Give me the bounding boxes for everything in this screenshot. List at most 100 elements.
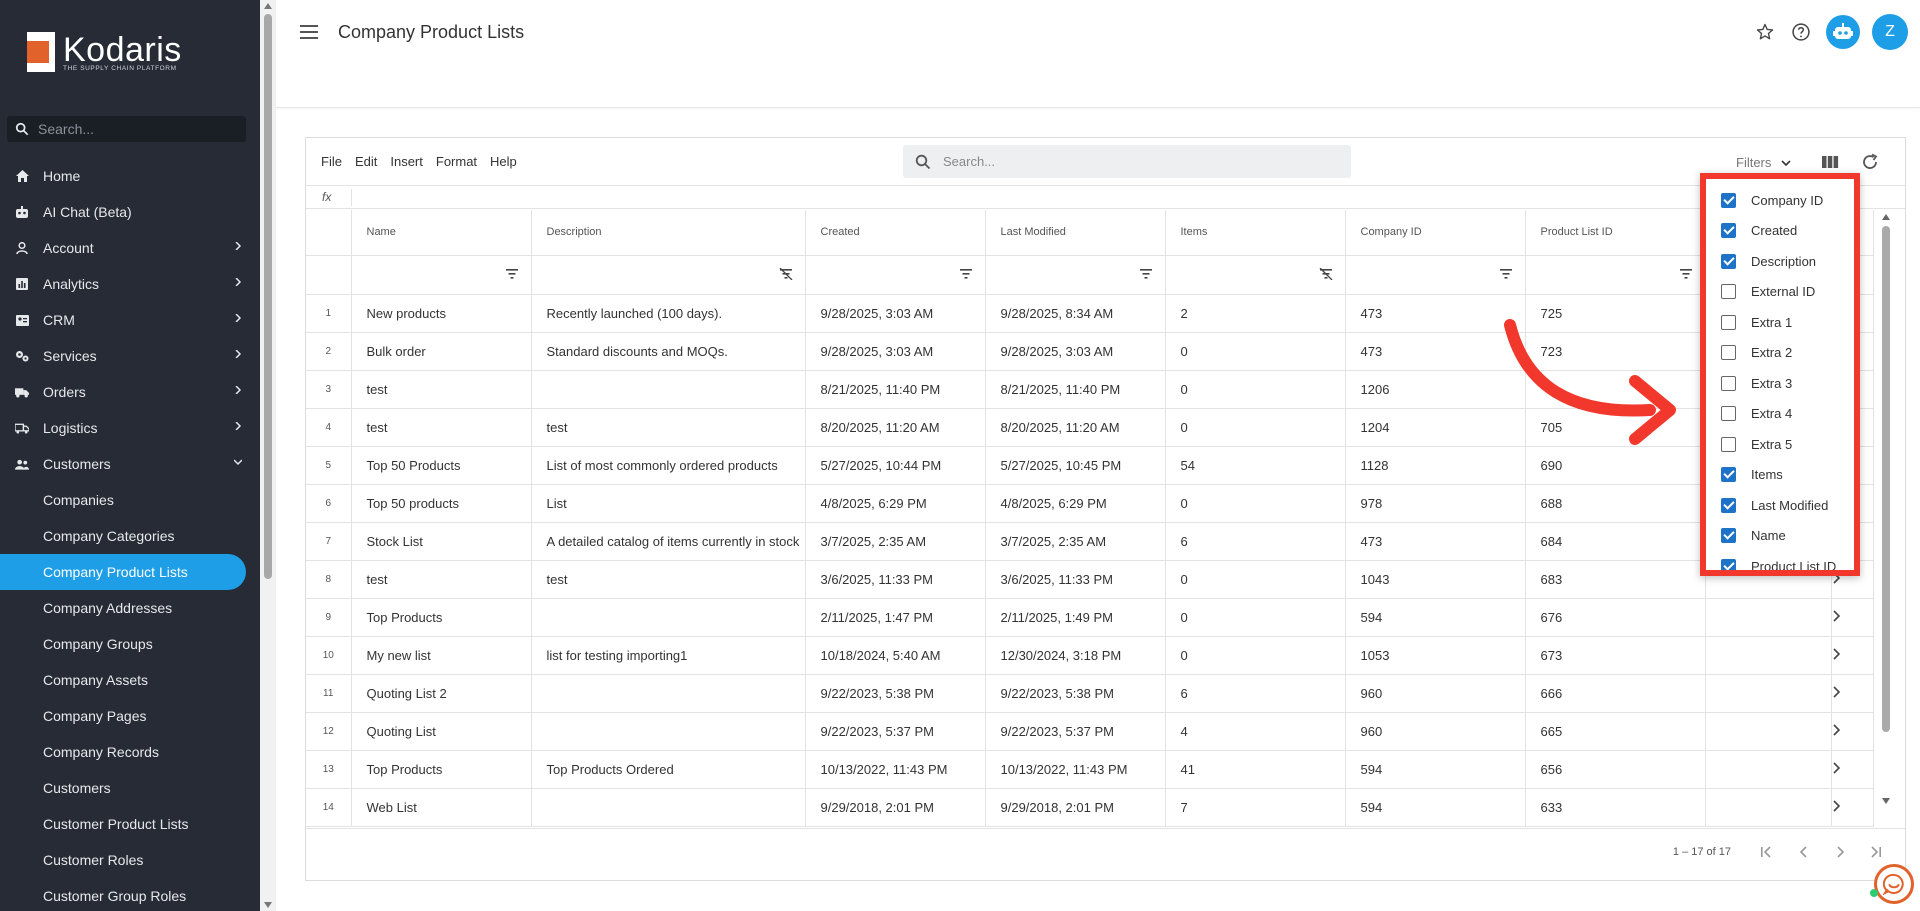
row-open-button[interactable] [1831, 636, 1874, 675]
formula-bar[interactable]: fx [306, 186, 1905, 209]
table-row[interactable]: 13 Top Products Top Products Ordered 10/13/… [306, 750, 1874, 789]
table-cell[interactable]: 10/18/2024, 5:40 AM [805, 636, 986, 675]
filter-cell-name[interactable] [351, 255, 532, 295]
row-open-button[interactable] [1831, 712, 1874, 751]
menu-file[interactable]: File [321, 154, 342, 169]
column-header-last-modified[interactable]: Last Modified [985, 210, 1166, 256]
sidebar-sub-company-addresses[interactable]: Company Addresses [0, 590, 260, 626]
sidebar-item-customers[interactable]: Customers [0, 446, 260, 482]
table-cell[interactable]: 9/22/2023, 5:38 PM [985, 674, 1166, 713]
table-cell[interactable]: test [351, 370, 532, 409]
row-open-button[interactable] [1831, 788, 1874, 827]
table-cell[interactable]: 9/22/2023, 5:37 PM [805, 712, 986, 751]
table-cell[interactable]: 9/28/2025, 3:03 AM [805, 294, 986, 333]
grid-scroll-thumb[interactable] [1882, 226, 1890, 732]
sidebar-sub-company-pages[interactable]: Company Pages [0, 698, 260, 734]
table-row[interactable]: 9 Top Products 2/11/2025, 1:47 PM 2/11/2025… [306, 598, 1874, 637]
table-cell[interactable]: 594 [1345, 750, 1526, 789]
hamburger-menu-icon[interactable] [300, 25, 318, 39]
table-cell[interactable]: test [531, 408, 806, 447]
table-cell[interactable]: 3/6/2025, 11:33 PM [805, 560, 986, 599]
column-header-product-list-id[interactable]: Product List ID [1525, 210, 1706, 256]
filter-icon[interactable] [1679, 268, 1693, 280]
sidebar-item-home[interactable]: Home [0, 158, 260, 194]
table-cell[interactable]: 473 [1345, 294, 1526, 333]
table-cell[interactable]: 0 [1165, 560, 1346, 599]
table-cell[interactable]: 4 [1165, 712, 1346, 751]
sidebar-sub-company-records[interactable]: Company Records [0, 734, 260, 770]
table-cell[interactable]: Web List [351, 788, 532, 827]
filter-off-icon[interactable] [779, 267, 793, 280]
sidebar-sub-company-categories[interactable]: Company Categories [0, 518, 260, 554]
table-cell[interactable]: 3/7/2025, 2:35 AM [985, 522, 1166, 561]
table-cell[interactable]: 2 [1165, 294, 1346, 333]
table-cell[interactable]: 9/22/2023, 5:37 PM [985, 712, 1166, 751]
menu-insert[interactable]: Insert [390, 154, 423, 169]
filters-dropdown[interactable]: Filters [1736, 155, 1791, 170]
scroll-down-arrow-icon[interactable] [1882, 798, 1890, 804]
table-cell[interactable]: Top 50 Products [351, 446, 532, 485]
column-header-description[interactable]: Description [531, 210, 806, 256]
grid-search-input[interactable]: Search... [903, 145, 1351, 178]
table-cell[interactable]: 9/28/2025, 3:03 AM [805, 332, 986, 371]
table-cell[interactable]: List of most commonly ordered products [531, 446, 806, 485]
table-cell[interactable]: 666 [1525, 674, 1706, 713]
sidebar-item-services[interactable]: Services [0, 338, 260, 374]
sidebar-item-logistics[interactable]: Logistics [0, 410, 260, 446]
table-cell[interactable]: 0 [1165, 636, 1346, 675]
table-cell[interactable]: Top Products [351, 750, 532, 789]
table-cell[interactable]: 4/8/2025, 6:29 PM [805, 484, 986, 523]
table-cell[interactable]: 54 [1165, 446, 1346, 485]
sidebar-scroll-thumb[interactable] [264, 14, 272, 579]
sidebar-search-input[interactable]: Search... [7, 116, 246, 142]
filter-cell-created[interactable] [805, 255, 986, 295]
table-cell[interactable]: 673 [1525, 636, 1706, 675]
table-cell[interactable]: 0 [1165, 484, 1346, 523]
column-header-created[interactable]: Created [805, 210, 986, 256]
table-cell[interactable]: A detailed catalog of items currently in… [531, 522, 806, 561]
table-cell[interactable]: 9/29/2018, 2:01 PM [985, 788, 1166, 827]
sidebar-sub-company-assets[interactable]: Company Assets [0, 662, 260, 698]
table-row[interactable]: 7 Stock List A detailed catalog of items c… [306, 522, 1874, 561]
table-row[interactable]: 8 test test 3/6/2025, 11:33 PM 3/6/2025, 11:… [306, 560, 1874, 599]
user-avatar[interactable]: Z [1872, 14, 1908, 50]
first-page-button[interactable] [1756, 841, 1778, 863]
previous-page-button[interactable] [1793, 841, 1815, 863]
sidebar-sub-company-product-lists[interactable]: Company Product Lists [0, 554, 246, 590]
table-cell[interactable]: 8/20/2025, 11:20 AM [985, 408, 1166, 447]
table-cell[interactable]: 12/30/2024, 3:18 PM [985, 636, 1166, 675]
table-cell[interactable]: 0 [1165, 332, 1346, 371]
table-cell[interactable]: List [531, 484, 806, 523]
row-open-button[interactable] [1831, 750, 1874, 789]
table-cell[interactable]: 10/13/2022, 11:43 PM [805, 750, 986, 789]
refresh-icon[interactable] [1861, 153, 1879, 171]
scroll-up-arrow-icon[interactable] [264, 3, 272, 9]
table-cell[interactable]: 0 [1165, 408, 1346, 447]
table-cell[interactable]: 7 [1165, 788, 1346, 827]
table-cell[interactable]: 676 [1525, 598, 1706, 637]
table-row[interactable]: 14 Web List 9/29/2018, 2:01 PM 9/29/2018, 2… [306, 788, 1874, 827]
column-header-name[interactable]: Name [351, 210, 532, 256]
sidebar-item-account[interactable]: Account [0, 230, 260, 266]
table-cell[interactable]: 5/27/2025, 10:44 PM [805, 446, 986, 485]
table-cell[interactable]: 1053 [1345, 636, 1526, 675]
help-icon[interactable] [1790, 21, 1812, 43]
table-row[interactable]: 12 Quoting List 9/22/2023, 5:37 PM 9/22/202… [306, 712, 1874, 751]
table-cell[interactable]: 473 [1345, 522, 1526, 561]
table-cell[interactable]: New products [351, 294, 532, 333]
filter-cell-company-id[interactable] [1345, 255, 1526, 295]
column-header-items[interactable]: Items [1165, 210, 1346, 256]
kodaris-logo[interactable]: Kodaris THE SUPPLY CHAIN PLATFORM [15, 32, 182, 72]
filter-cell-items[interactable] [1165, 255, 1346, 295]
table-cell[interactable]: Top Products Ordered [531, 750, 806, 789]
row-open-button[interactable] [1831, 598, 1874, 637]
table-cell[interactable]: 684 [1525, 522, 1706, 561]
table-cell[interactable]: test [531, 560, 806, 599]
column-header-company-id[interactable]: Company ID [1345, 210, 1526, 256]
table-row[interactable]: 11 Quoting List 2 9/22/2023, 5:38 PM 9/22/2… [306, 674, 1874, 713]
table-cell[interactable]: 656 [1525, 750, 1706, 789]
sidebar-item-orders[interactable]: Orders [0, 374, 260, 410]
sidebar-sub-customer-product-lists[interactable]: Customer Product Lists [0, 806, 260, 842]
table-cell[interactable]: My new list [351, 636, 532, 675]
filter-cell-last-modified[interactable] [985, 255, 1166, 295]
